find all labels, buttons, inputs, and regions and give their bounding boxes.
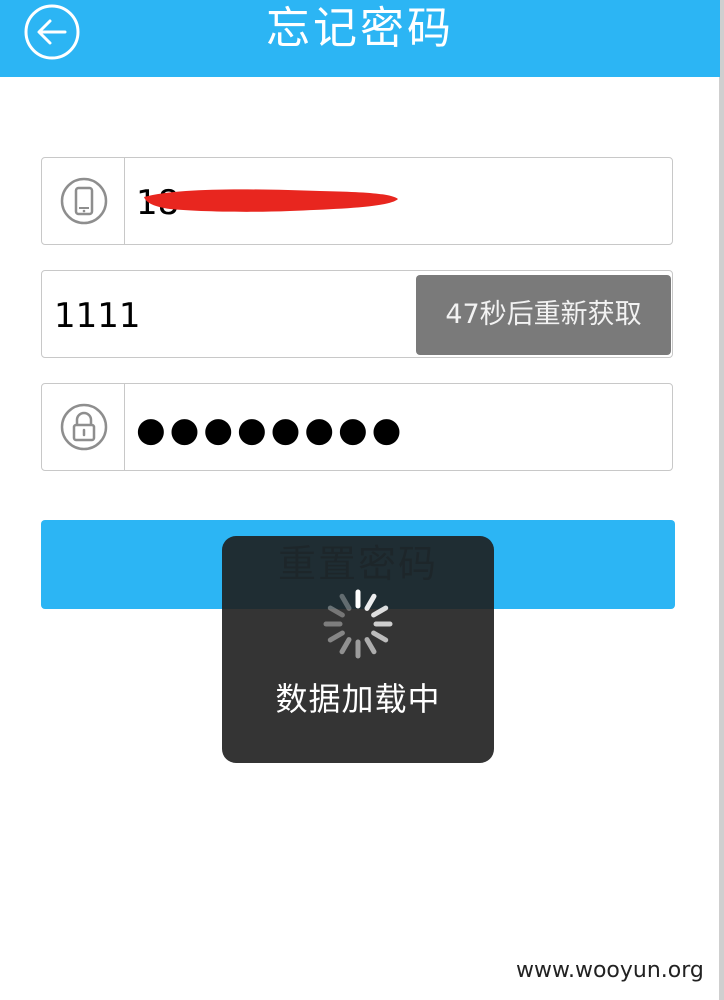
password-input[interactable] — [134, 404, 638, 456]
nav-bar: 忘记密码 — [0, 0, 720, 77]
lock-icon-cell — [42, 384, 125, 470]
phone-field-row — [41, 157, 673, 245]
watermark: www.wooyun.org — [516, 958, 704, 983]
lock-icon — [60, 403, 108, 451]
verification-code-row: 47秒后重新获取 — [41, 270, 673, 358]
phone-input[interactable] — [134, 180, 638, 226]
page-title: 忘记密码 — [266, 3, 454, 54]
loading-spinner-icon — [323, 589, 393, 659]
verification-code-input[interactable] — [52, 293, 406, 339]
screen-edge — [719, 0, 724, 1000]
resend-code-button[interactable]: 47秒后重新获取 — [416, 275, 671, 355]
password-field-row — [41, 383, 673, 471]
phone-icon — [60, 177, 108, 225]
loading-overlay: 数据加载中 — [222, 536, 494, 763]
phone-icon-cell — [42, 158, 125, 244]
loading-text: 数据加载中 — [275, 680, 441, 718]
